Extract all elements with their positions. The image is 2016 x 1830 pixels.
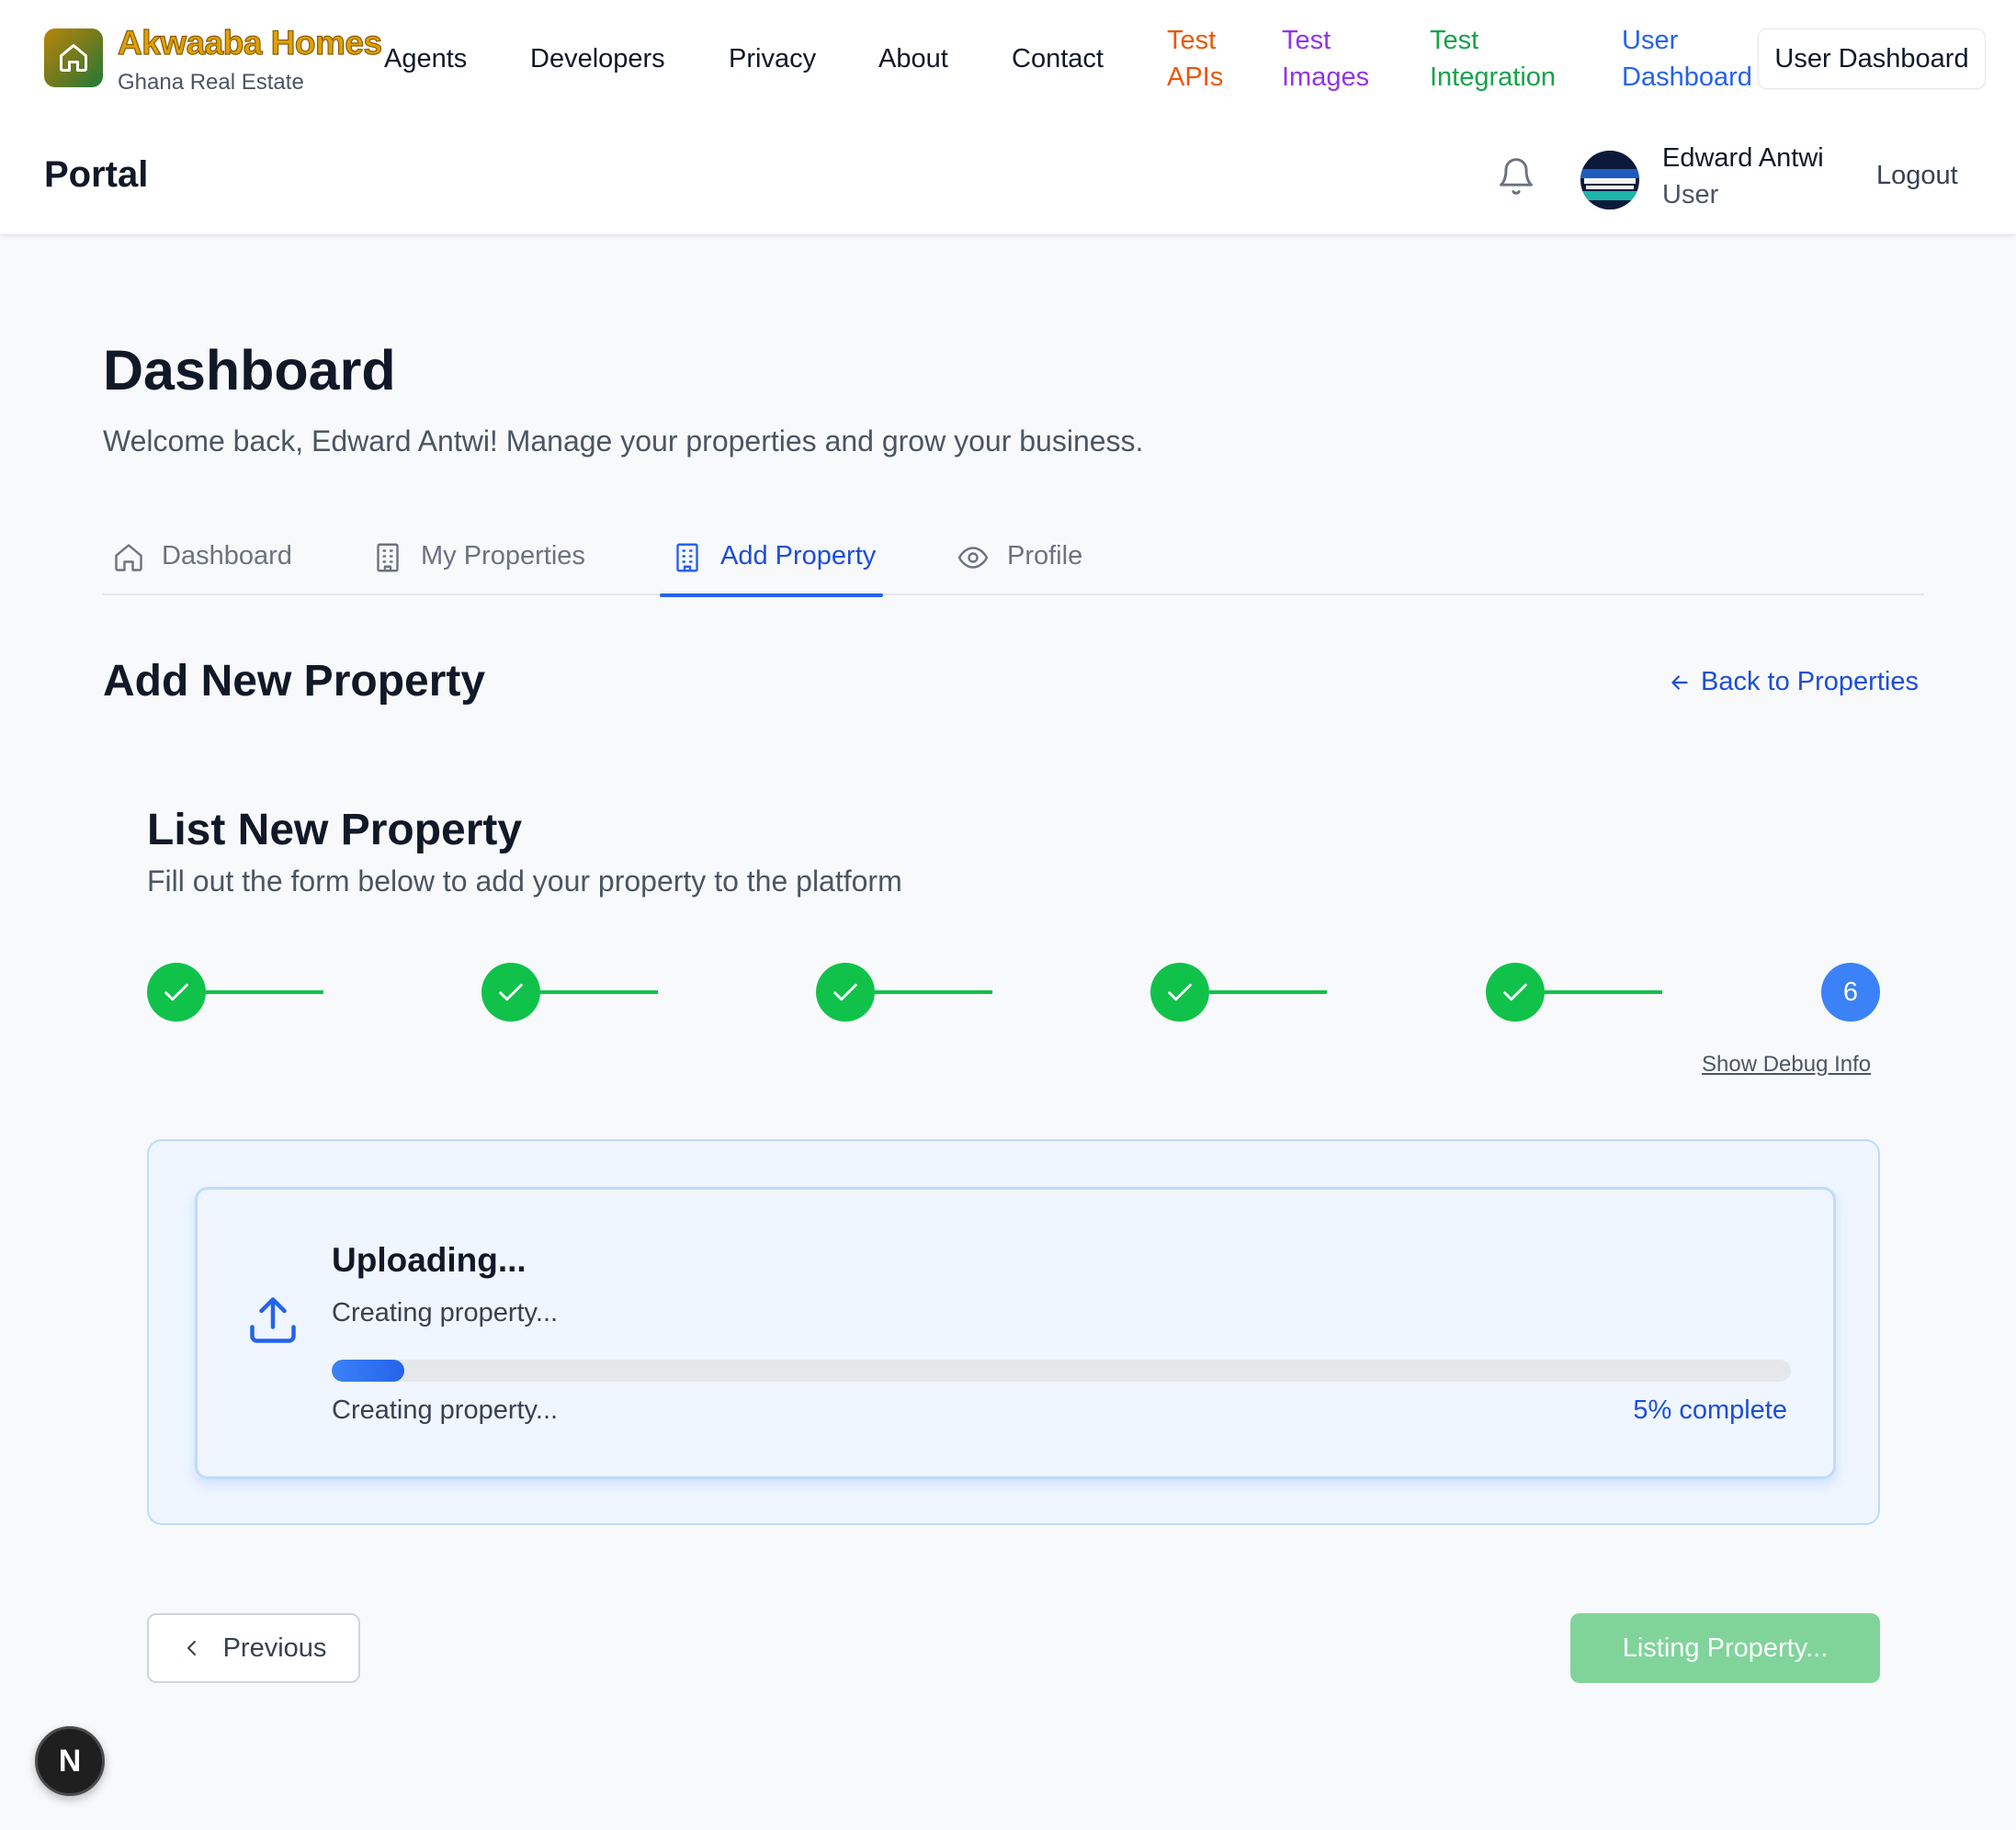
nav-link-test-integration-line2: Integration — [1430, 62, 1557, 92]
upload-status-text: Creating property... — [332, 1395, 559, 1425]
step-5-complete — [1486, 963, 1545, 1022]
user-dashboard-button[interactable]: User Dashboard — [1758, 28, 1986, 89]
back-link-label: Back to Properties — [1701, 667, 1919, 696]
portal-header: Portal Edward Antwi User Logout — [0, 118, 2016, 235]
step-connector — [875, 990, 992, 994]
portal-title: Portal — [44, 154, 149, 195]
nav-link-test-images[interactable]: Test Images — [1282, 22, 1369, 96]
submit-listing-button[interactable]: Listing Property... — [1570, 1613, 1880, 1683]
tab-add-property[interactable]: Add Property — [659, 528, 884, 597]
upload-progress-card: Uploading... Creating property... Creati… — [195, 1187, 1836, 1479]
form-subtitle: Fill out the form below to add your prop… — [147, 864, 902, 898]
upload-message: Creating property... — [332, 1298, 559, 1327]
logout-button[interactable]: Logout — [1876, 161, 1958, 191]
step-4-complete — [1150, 963, 1209, 1022]
home-icon — [60, 44, 87, 72]
step-2-complete — [481, 963, 540, 1022]
show-debug-info-link[interactable]: Show Debug Info — [1702, 1052, 1871, 1078]
home-icon — [115, 544, 142, 571]
eye-icon — [957, 547, 989, 569]
check-icon — [164, 983, 188, 1001]
dev-tools-badge[interactable]: N — [35, 1726, 105, 1796]
arrow-left-icon — [1671, 674, 1688, 690]
check-icon — [499, 983, 523, 1001]
check-icon — [1503, 983, 1527, 1001]
building-icon — [676, 543, 698, 572]
tab-dashboard-label: Dashboard — [162, 541, 292, 570]
nav-link-test-images-line1: Test — [1282, 26, 1331, 55]
step-connector — [206, 990, 323, 994]
tab-my-properties-label: My Properties — [421, 541, 585, 570]
check-icon — [833, 983, 857, 1001]
upload-progress-bar — [332, 1360, 1791, 1382]
nav-link-test-images-line2: Images — [1282, 62, 1370, 92]
step-1-complete — [147, 963, 206, 1022]
dashboard-tabs: Dashboard My Properties Add Property Pro… — [103, 528, 1924, 597]
page-subtitle: Welcome back, Edward Antwi! Manage your … — [103, 424, 1144, 458]
nav-link-user-dashboard-line2: Dashboard — [1622, 62, 1752, 92]
tab-add-property-label: Add Property — [720, 541, 877, 570]
step-connector — [540, 990, 658, 994]
back-to-properties-link[interactable]: Back to Properties — [1668, 667, 1919, 697]
top-navbar: Akwaaba Homes Ghana Real Estate Agents D… — [0, 0, 2016, 118]
brand-name[interactable]: Akwaaba Homes — [117, 23, 382, 62]
tab-profile[interactable]: Profile — [956, 528, 1082, 595]
avatar-image-icon — [1580, 151, 1639, 209]
nav-link-test-apis-line1: Test — [1167, 26, 1217, 55]
chevron-left-icon — [187, 1641, 196, 1655]
nav-link-about[interactable]: About — [878, 40, 948, 77]
form-title: List New Property — [147, 806, 523, 854]
step-connector — [1545, 990, 1662, 994]
nav-link-privacy[interactable]: Privacy — [729, 40, 816, 77]
upload-progress-fill — [332, 1360, 405, 1382]
nav-link-test-integration[interactable]: Test Integration — [1430, 22, 1556, 96]
nav-link-user-dashboard-line1: User — [1622, 26, 1679, 55]
nav-link-developers[interactable]: Developers — [530, 40, 665, 77]
previous-button[interactable]: Previous — [147, 1613, 360, 1683]
upload-status-panel: Uploading... Creating property... Creati… — [147, 1139, 1880, 1525]
tab-dashboard[interactable]: Dashboard — [112, 528, 292, 595]
user-role: User — [1662, 180, 1719, 209]
avatar[interactable] — [1580, 151, 1639, 209]
upload-percent-label: 5% complete — [1633, 1395, 1787, 1425]
nav-link-user-dashboard[interactable]: User Dashboard — [1622, 22, 1752, 96]
previous-button-label: Previous — [222, 1632, 327, 1663]
building-icon — [377, 543, 399, 572]
nav-link-contact[interactable]: Contact — [1012, 40, 1104, 77]
step-6-current: 6 — [1821, 963, 1880, 1022]
check-icon — [1168, 983, 1192, 1001]
tab-profile-label: Profile — [1007, 541, 1083, 570]
brand-tagline: Ghana Real Estate — [118, 70, 304, 95]
bell-icon[interactable] — [1496, 154, 1536, 198]
tab-my-properties[interactable]: My Properties — [371, 528, 585, 595]
brand-logo[interactable] — [44, 28, 103, 87]
user-name: Edward Antwi — [1662, 143, 1824, 173]
nav-link-test-apis-line2: APIs — [1167, 62, 1224, 92]
page-title: Dashboard — [103, 339, 396, 401]
nav-link-test-integration-line1: Test — [1430, 26, 1479, 55]
nav-link-test-apis[interactable]: Test APIs — [1167, 22, 1223, 96]
nav-link-agents[interactable]: Agents — [384, 40, 467, 77]
step-3-complete — [816, 963, 875, 1022]
upload-title: Uploading... — [332, 1241, 527, 1279]
upload-icon — [250, 1297, 296, 1343]
section-title: Add New Property — [103, 657, 486, 706]
step-connector — [1209, 990, 1327, 994]
